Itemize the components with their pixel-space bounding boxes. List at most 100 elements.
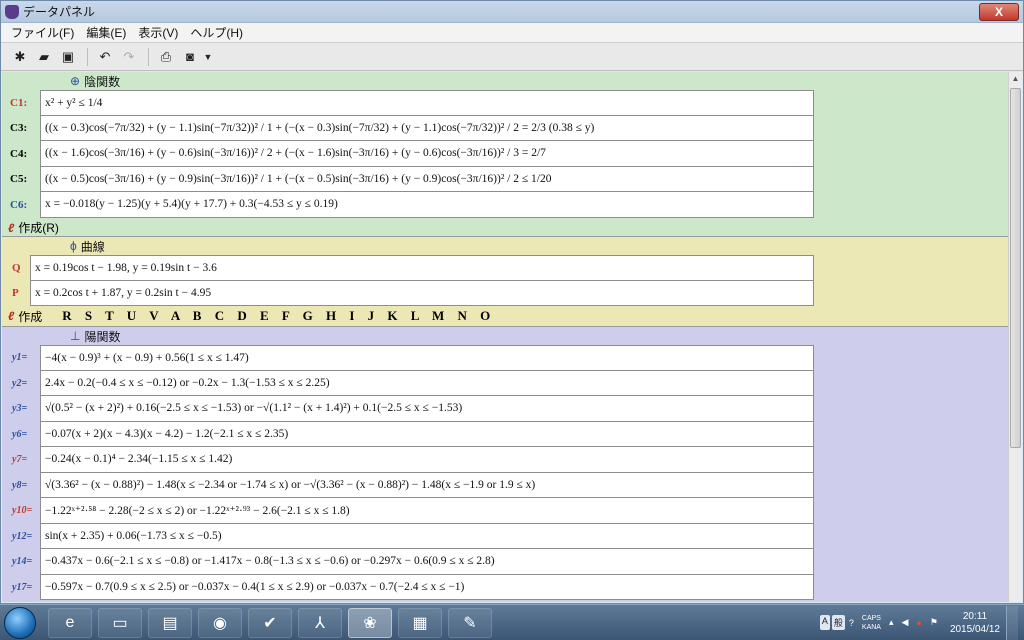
grape-app-icon: [5, 4, 19, 19]
row-label: y14=: [12, 556, 33, 568]
toolbar: ✱ ▰ ▣ ↶ ↷ ⎙ ◙ ▼: [1, 43, 1023, 71]
implicit-row: C6: x = −0.018(y − 1.25)(y + 5.4)(y + 17…: [2, 192, 1008, 218]
start-button[interactable]: [4, 606, 36, 639]
row-label: y10=: [12, 505, 33, 517]
pen-icon: ℓ: [8, 220, 15, 235]
powerpoint-icon[interactable]: ▤: [148, 607, 192, 638]
row-label: y7=: [12, 454, 28, 466]
scroll-up-icon[interactable]: ▲: [1009, 72, 1022, 86]
curves-section: ϕ 曲線 Q x = 0.19cos t − 1.98, y = 0.19sin…: [2, 237, 1008, 327]
volume-icon[interactable]: ◀: [902, 617, 909, 628]
clock[interactable]: 20:11 2015/04/12: [950, 610, 1000, 636]
expression-field[interactable]: x² + y² ≤ 1/4: [40, 90, 814, 116]
menu-edit[interactable]: 編集(E): [80, 24, 132, 41]
scroll-thumb[interactable]: [1010, 88, 1021, 448]
crosshair-circle-icon: ⊕: [70, 74, 81, 88]
point-letters: R S T U V A B C D E F G H I J K L M N O: [62, 308, 496, 323]
curve-row: P x = 0.2cos t + 1.87, y = 0.2sin t − 4.…: [2, 280, 1008, 306]
expression-field[interactable]: √(0.5² − (x + 2)²) + 0.16(−2.5 ≤ x ≤ −1.…: [40, 396, 814, 422]
make-label: 作成(R): [18, 221, 59, 235]
new-icon[interactable]: ✱: [9, 46, 31, 68]
ime-mode-indicator[interactable]: A: [819, 615, 830, 630]
expression-field[interactable]: −0.437x − 0.6(−2.1 ≤ x ≤ −0.8) or −1.417…: [40, 549, 814, 575]
panel-content: ⊕ 陰関数 C1: x² + y² ≤ 1/4 C3: ((x − 0.3)co…: [2, 72, 1008, 602]
pen-icon: ℓ: [8, 309, 15, 323]
row-label: C5:: [10, 173, 28, 186]
expression-field[interactable]: x = 0.19cos t − 1.98, y = 0.19sin t − 3.…: [30, 255, 814, 281]
antivirus-icon[interactable]: ●: [916, 618, 921, 628]
section-title: 陽関数: [84, 329, 121, 344]
expression-field[interactable]: −0.597x − 0.7(0.9 ≤ x ≤ 2.5) or −0.037x …: [40, 574, 814, 600]
toolbar-divider: [148, 47, 149, 66]
implicit-row: C5: ((x − 0.5)cos(−3π/16) + (y − 0.9)sin…: [2, 166, 1008, 192]
system-tray: A 般 ? CAPS KANA ▴ ◀ ● ⚑ 20:11 2015/04/12: [819, 605, 1024, 640]
vertical-scrollbar[interactable]: ▲: [1008, 72, 1022, 602]
ime-bar[interactable]: A 般: [819, 615, 845, 630]
expression-field[interactable]: −0.24(x − 0.1)⁴ − 2.34(−1.15 ≤ x ≤ 1.42): [40, 447, 814, 473]
tray-expand-icon[interactable]: ▴: [889, 617, 894, 628]
open-folder-icon[interactable]: ▰: [33, 46, 55, 68]
photos-icon[interactable]: ▦: [398, 607, 442, 638]
paint-icon[interactable]: ✎: [448, 607, 492, 638]
implicit-row: C1: x² + y² ≤ 1/4: [2, 90, 1008, 116]
expression-field[interactable]: x = 0.2cos t + 1.87, y = 0.2sin t − 4.95: [30, 280, 814, 306]
expression-field[interactable]: ((x − 0.3)cos(−7π/32) + (y − 1.1)sin(−7π…: [40, 115, 814, 141]
row-label: y17=: [12, 581, 33, 593]
action-center-flag-icon[interactable]: ⚑: [930, 617, 938, 628]
firefox-icon[interactable]: ◉: [198, 607, 242, 638]
make-label: 作成: [18, 309, 43, 324]
row-label: y8=: [12, 479, 28, 491]
curve-row: Q x = 0.19cos t − 1.98, y = 0.19sin t − …: [2, 255, 1008, 281]
clock-date: 2015/04/12: [949, 623, 1000, 635]
section-title: 曲線: [80, 239, 105, 254]
expression-field[interactable]: ((x − 1.6)cos(−3π/16) + (y − 0.6)sin(−3π…: [40, 141, 814, 167]
grape-app-icon[interactable]: ❀: [348, 607, 392, 638]
make-button[interactable]: ℓ 作成(R): [2, 218, 1008, 238]
row-label: C3:: [10, 122, 28, 135]
title-bar[interactable]: データパネル X: [1, 1, 1023, 23]
explorer-icon[interactable]: ▭: [98, 607, 142, 638]
caps-label: CAPS: [861, 614, 881, 622]
implicit-row: C3: ((x − 0.3)cos(−7π/32) + (y − 1.1)sin…: [2, 115, 1008, 141]
save-icon[interactable]: ▣: [57, 46, 79, 68]
acrobat-icon[interactable]: ⅄: [298, 607, 342, 638]
make-button[interactable]: ℓ 作成 R S T U V A B C D E F G H I J K L M…: [2, 306, 1008, 326]
ime-mode-indicator[interactable]: 般: [831, 615, 845, 630]
show-desktop-button[interactable]: [1006, 605, 1018, 640]
expression-field[interactable]: −1.22ˣ⁺²·⁵⁸ − 2.28(−2 ≤ x ≤ 2) or −1.22ˣ…: [40, 498, 814, 524]
window-title: データパネル: [23, 5, 96, 19]
caps-kana-indicator: CAPS KANA: [862, 614, 881, 632]
help-icon[interactable]: ?: [849, 618, 854, 628]
menu-view[interactable]: 表示(V): [132, 24, 184, 41]
expression-field[interactable]: −4(x − 0.9)³ + (x − 0.9) + 0.56(1 ≤ x ≤ …: [40, 345, 814, 371]
dropdown-arrow-icon[interactable]: ▼: [203, 46, 213, 68]
print-icon[interactable]: ⎙: [155, 46, 177, 68]
clock-time: 20:11: [962, 610, 988, 622]
row-label: C1:: [10, 96, 28, 109]
camera-icon[interactable]: ◙: [179, 46, 201, 68]
expression-field[interactable]: ((x − 0.5)cos(−3π/16) + (y − 0.9)sin(−3π…: [40, 166, 814, 192]
function-row: y1= −4(x − 0.9)³ + (x − 0.9) + 0.56(1 ≤ …: [2, 345, 1008, 371]
section-header-curve: ϕ 曲線: [2, 237, 1008, 255]
function-row: y12= sin(x + 2.35) + 0.06(−1.73 ≤ x ≤ −0…: [2, 523, 1008, 549]
expression-field[interactable]: √(3.36² − (x − 0.88)²) − 1.48(x ≤ −2.34 …: [40, 472, 814, 498]
tasks-icon[interactable]: ✔: [248, 607, 292, 638]
menu-help[interactable]: ヘルプ(H): [184, 24, 249, 41]
expression-field[interactable]: 2.4x − 0.2(−0.4 ≤ x ≤ −0.12) or −0.2x − …: [40, 370, 814, 396]
expression-field[interactable]: x = −0.018(y − 1.25)(y + 5.4)(y + 17.7) …: [40, 192, 814, 218]
section-header-implicit: ⊕ 陰関数: [2, 72, 1008, 90]
close-button[interactable]: X: [979, 2, 1019, 21]
kana-label: KANA: [861, 623, 881, 631]
undo-icon[interactable]: ↶: [94, 46, 116, 68]
function-row: y3= √(0.5² − (x + 2)²) + 0.16(−2.5 ≤ x ≤…: [2, 396, 1008, 422]
menu-bar: ファイル(F) 編集(E) 表示(V) ヘルプ(H): [1, 23, 1023, 43]
menu-file[interactable]: ファイル(F): [5, 24, 80, 41]
row-label: y1=: [12, 352, 28, 364]
function-row: y2= 2.4x − 0.2(−0.4 ≤ x ≤ −0.12) or −0.2…: [2, 370, 1008, 396]
expression-field[interactable]: sin(x + 2.35) + 0.06(−1.73 ≤ x ≤ −0.5): [40, 523, 814, 549]
implicit-functions-section: ⊕ 陰関数 C1: x² + y² ≤ 1/4 C3: ((x − 0.3)co…: [2, 72, 1008, 237]
ie-icon[interactable]: e: [48, 607, 92, 638]
redo-icon[interactable]: ↷: [118, 46, 140, 68]
row-label: C6:: [10, 198, 28, 211]
expression-field[interactable]: −0.07(x + 2)(x − 4.3)(x − 4.2) − 1.2(−2.…: [40, 421, 814, 447]
